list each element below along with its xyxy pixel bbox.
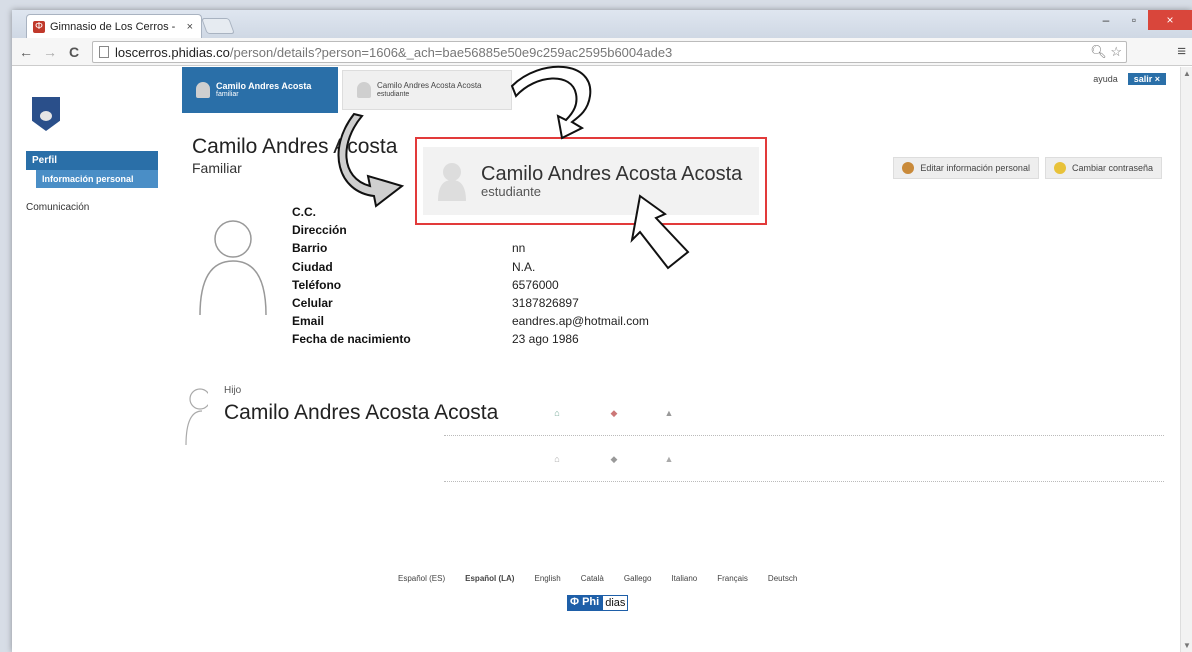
- profile-tab-familiar[interactable]: Camilo Andres Acosta familiar: [182, 67, 338, 113]
- url-host: loscerros.phidias.co: [115, 44, 230, 60]
- highlight-callout: Camilo Andres Acosta Acosta estudiante: [415, 137, 767, 225]
- detail-row: Email eandres.ap@hotmail.com: [292, 312, 649, 330]
- phidias-logo-part2: dias: [602, 595, 629, 611]
- reload-icon[interactable]: C: [64, 44, 84, 60]
- avatar: [357, 82, 371, 98]
- detail-label: Email: [292, 314, 325, 329]
- home-icon[interactable]: ⌂: [552, 408, 562, 418]
- sidebar: Perfil Información personal Comunicación: [26, 151, 158, 213]
- menu-icon[interactable]: ≡: [1177, 43, 1186, 60]
- edit-info-button[interactable]: Editar información personal: [893, 157, 1039, 179]
- edit-user-icon: [902, 162, 915, 174]
- detail-value: 6576000: [512, 277, 559, 292]
- help-bar: ayuda salir ×: [1093, 73, 1166, 85]
- profile-tab-role: estudiante: [377, 91, 410, 98]
- tab-title: Gimnasio de Los Cerros -: [50, 20, 176, 33]
- detail-value[interactable]: eandres.ap@hotmail.com: [512, 314, 649, 328]
- popup-student-role: estudiante: [481, 183, 541, 199]
- sidebar-item-comunicacion[interactable]: Comunicación: [26, 188, 158, 213]
- child-avatar: [185, 388, 208, 445]
- person-role: Familiar: [192, 160, 242, 176]
- school-icon[interactable]: ◆: [609, 408, 619, 418]
- new-tab-button[interactable]: [201, 18, 235, 34]
- profile-switcher: Camilo Andres Acosta familiar Camilo And…: [182, 67, 512, 115]
- detail-label: Barrio: [292, 241, 328, 256]
- scroll-up-icon[interactable]: ▲: [1181, 69, 1192, 78]
- tab-close-icon[interactable]: ×: [187, 21, 193, 33]
- detail-label: Teléfono: [292, 277, 342, 292]
- lang-de[interactable]: Deutsch: [768, 574, 797, 583]
- avatar: [196, 82, 210, 98]
- detail-value: nn: [512, 241, 526, 256]
- detail-row: Teléfono 6576000: [292, 276, 649, 294]
- detail-label: Celular: [292, 296, 333, 311]
- back-arrow-icon[interactable]: ←: [16, 44, 36, 60]
- lang-it[interactable]: Italiano: [671, 574, 697, 583]
- profile-tab-estudiante[interactable]: Camilo Andres Acosta Acosta estudiante: [342, 70, 512, 110]
- detail-value: 23 ago 1986: [512, 332, 579, 347]
- lang-ca[interactable]: Català: [581, 574, 604, 583]
- change-password-button[interactable]: Cambiar contraseña: [1044, 157, 1162, 179]
- lang-es[interactable]: Español (ES): [398, 574, 445, 583]
- student-profile-card[interactable]: Camilo Andres Acosta Acosta estudiante: [423, 147, 759, 215]
- person-icon[interactable]: ▲: [664, 408, 674, 418]
- title-bar: Φ Gimnasio de Los Cerros - × – ▫ ×: [12, 10, 1192, 38]
- school-logo: [32, 97, 60, 131]
- detail-value: N.A.: [512, 259, 536, 274]
- page-content: Perfil Información personal Comunicación…: [12, 67, 1192, 652]
- school-icon[interactable]: ◆: [609, 454, 619, 464]
- scroll-down-icon[interactable]: ▼: [1181, 641, 1192, 650]
- detail-row: Barrio nn: [292, 239, 649, 257]
- lang-gl[interactable]: Gallego: [624, 574, 652, 583]
- popup-student-name: Camilo Andres Acosta Acosta: [481, 162, 743, 185]
- edit-info-label: Editar información personal: [920, 163, 1030, 173]
- language-selector: Español (ES) Español (LA) English Català…: [398, 574, 817, 583]
- page-icon: [99, 46, 109, 58]
- child-relation: Hijo: [224, 385, 242, 396]
- detail-row: Celular 3187826897: [292, 294, 649, 312]
- detail-value: 3187826897: [512, 296, 579, 311]
- key-icon: [1053, 162, 1066, 174]
- home-icon[interactable]: ⌂: [552, 454, 562, 464]
- logout-button[interactable]: salir ×: [1127, 73, 1166, 85]
- detail-row: Fecha de nacimiento 23 ago 1986: [292, 330, 649, 348]
- profile-avatar: [199, 220, 267, 316]
- profile-tab-role: familiar: [216, 91, 239, 98]
- browser-window: Φ Gimnasio de Los Cerros - × – ▫ × ← → C…: [12, 10, 1192, 652]
- maximize-button[interactable]: ▫: [1120, 10, 1148, 30]
- change-password-label: Cambiar contraseña: [1071, 163, 1153, 173]
- lang-fr[interactable]: Français: [717, 574, 748, 583]
- profile-actions: Editar información personal Cambiar cont…: [887, 157, 1162, 179]
- window-controls: – ▫ ×: [1092, 10, 1192, 30]
- phidias-logo[interactable]: Φ Phi dias: [567, 595, 629, 611]
- sidebar-item-informacion-personal[interactable]: Información personal: [36, 170, 158, 188]
- forward-arrow-icon[interactable]: →: [40, 44, 60, 60]
- address-bar[interactable]: loscerros.phidias.co /person/details?per…: [92, 41, 1127, 63]
- child-detail-rows: ⌂ ◆ ▲ ⌂ ◆ ▲: [444, 390, 1164, 482]
- lang-en[interactable]: English: [534, 574, 560, 583]
- avatar: [438, 163, 466, 201]
- profile-tab-name: Camilo Andres Acosta: [216, 81, 312, 91]
- minimize-button[interactable]: –: [1092, 10, 1120, 30]
- phidias-logo-part1: Φ Phi: [567, 595, 603, 611]
- phidias-favicon-icon: Φ: [33, 20, 45, 33]
- detail-label: Dirección: [292, 223, 347, 238]
- help-link[interactable]: ayuda: [1093, 74, 1118, 84]
- zoom-star-icons[interactable]: 🔍︎ ☆: [1090, 44, 1122, 60]
- person-icon[interactable]: ▲: [664, 454, 674, 464]
- close-window-button[interactable]: ×: [1148, 10, 1192, 30]
- profile-tab-name: Camilo Andres Acosta Acosta: [377, 81, 482, 90]
- scrollbar[interactable]: ▲ ▼: [1180, 67, 1192, 652]
- lang-es-la[interactable]: Español (LA): [465, 574, 514, 583]
- detail-row: Ciudad N.A.: [292, 258, 649, 276]
- list-item: ⌂ ◆ ▲: [444, 390, 1164, 436]
- page-title: Camilo Andres Acosta: [192, 135, 398, 158]
- detail-label: Ciudad: [292, 259, 333, 274]
- url-path: /person/details?person=1606&_ach=bae5688…: [229, 44, 673, 60]
- detail-label: Fecha de nacimiento: [292, 332, 411, 347]
- browser-tab[interactable]: Φ Gimnasio de Los Cerros - ×: [26, 14, 202, 38]
- list-item: ⌂ ◆ ▲: [444, 436, 1164, 482]
- sidebar-item-perfil[interactable]: Perfil: [26, 151, 158, 170]
- browser-toolbar: ← → C loscerros.phidias.co /person/detai…: [12, 38, 1192, 66]
